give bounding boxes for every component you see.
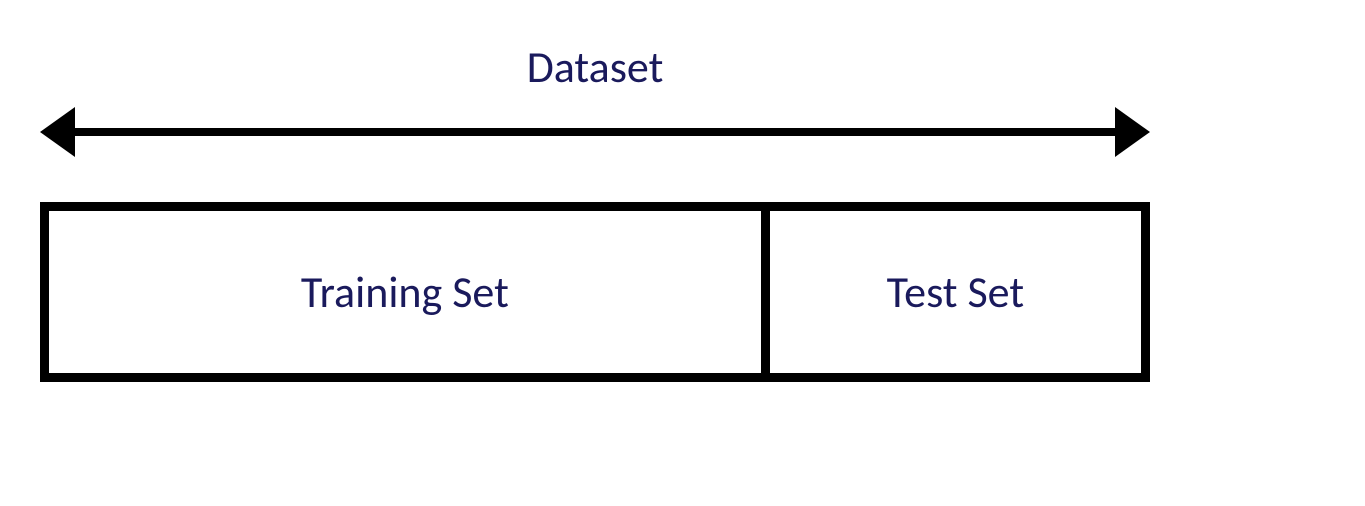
test-set-label: Test Set — [887, 265, 1024, 319]
training-set-label: Training Set — [301, 265, 509, 319]
arrow-line — [60, 128, 1130, 136]
diagram-title: Dataset — [40, 40, 1150, 94]
dataset-split-diagram: Dataset Training Set Test Set — [40, 40, 1150, 382]
test-set-box: Test Set — [770, 211, 1141, 373]
arrow-head-right-icon — [1115, 107, 1150, 157]
training-set-box: Training Set — [49, 211, 770, 373]
split-boxes: Training Set Test Set — [40, 202, 1150, 382]
double-arrow — [40, 102, 1150, 162]
